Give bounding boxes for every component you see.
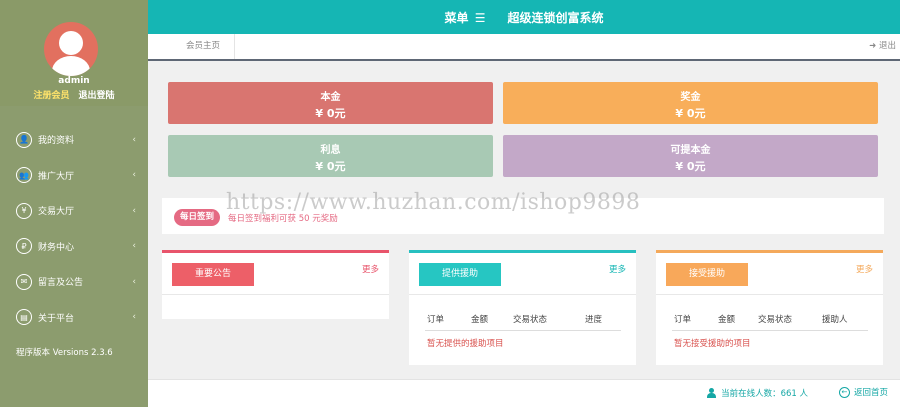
- stat-title: 奖金: [680, 92, 701, 103]
- stat-withdrawable: 可提本金 ¥ 0元: [503, 135, 878, 177]
- finance-icon: ₽: [16, 238, 32, 255]
- notice-more-link[interactable]: 更多: [362, 263, 379, 275]
- online-count: 当前在线人数：661 人: [707, 387, 808, 399]
- chevron-left-icon: ‹: [132, 241, 136, 252]
- watermark: https://www.huzhan.com/ishop9898: [226, 190, 641, 215]
- provide-empty-message: 暂无提供的援助项目: [427, 339, 504, 349]
- chevron-left-icon: ‹: [132, 205, 136, 216]
- message-icon: ✉: [16, 273, 32, 290]
- document-icon: ▤: [16, 309, 32, 326]
- back-home-link[interactable]: ← 返回首页: [838, 386, 888, 398]
- stat-title: 本金: [320, 92, 341, 103]
- column-header: 交易状态: [513, 315, 548, 325]
- sidebar-item-label: 关于平台: [38, 313, 75, 324]
- divider: [409, 294, 636, 295]
- divider: [656, 294, 883, 295]
- column-header: 援助人: [822, 315, 848, 325]
- menu-label: 菜单: [444, 10, 469, 25]
- sidebar-item-label: 财务中心: [38, 242, 75, 253]
- sidebar: admin 注册会员 退出登陆 👤 我的资料 ‹ 👥 推广大厅 ‹ ¥ 交易大厅…: [0, 0, 148, 407]
- register-link[interactable]: 注册会员: [34, 91, 70, 101]
- sidebar-item-label: 我的资料: [38, 136, 75, 147]
- chevron-left-icon: ‹: [132, 134, 136, 145]
- logout-label: 退出: [878, 41, 896, 51]
- column-header: 订单: [427, 315, 445, 325]
- column-header: 订单: [674, 315, 692, 325]
- divider: [162, 294, 389, 295]
- accept-aid-panel: 接受援助 更多 订单 金额 交易状态 援助人 暂无接受援助的项目: [656, 250, 883, 365]
- avatar: [44, 22, 98, 76]
- sidebar-item-label: 交易大厅: [38, 207, 75, 218]
- back-home-label: 返回首页: [853, 388, 888, 398]
- user-icon: 👤: [16, 131, 32, 148]
- menu-toggle[interactable]: 菜单 ☰: [445, 9, 486, 26]
- sidebar-nav: 👤 我的资料 ‹ 👥 推广大厅 ‹ ¥ 交易大厅 ‹ ₽ 财务中心 ‹ ✉ 留言…: [0, 122, 148, 335]
- logout-button[interactable]: ➜ 退出: [869, 34, 896, 59]
- sidebar-item-label: 推广大厅: [38, 171, 75, 182]
- sidebar-item-trading[interactable]: ¥ 交易大厅 ‹: [0, 193, 148, 229]
- stat-amount: ¥ 0元: [315, 107, 346, 120]
- chevron-left-icon: ‹: [132, 276, 136, 287]
- version-text: 程序版本 Versions 2.3.6: [16, 348, 113, 358]
- avatar-body: [52, 56, 90, 76]
- provide-aid-button[interactable]: 提供援助: [419, 263, 501, 286]
- sidebar-item-messages[interactable]: ✉ 留言及公告 ‹: [0, 264, 148, 300]
- exit-icon: ➜: [869, 41, 879, 51]
- provide-table-header: 订单 金额 交易状态 进度: [425, 311, 621, 331]
- top-bar: 菜单 ☰ 超级连锁创富系统: [148, 0, 900, 34]
- hamburger-icon: ☰: [474, 10, 486, 25]
- sidebar-item-about[interactable]: ▤ 关于平台 ‹: [0, 300, 148, 336]
- daily-signin-button[interactable]: 每日签到: [174, 209, 220, 226]
- stat-amount: ¥ 0元: [315, 160, 346, 173]
- accept-aid-button[interactable]: 接受援助: [666, 263, 748, 286]
- notice-button[interactable]: 重要公告: [172, 263, 254, 286]
- sidebar-item-profile[interactable]: 👤 我的资料 ‹: [0, 122, 148, 158]
- yen-icon: ¥: [16, 202, 32, 219]
- provide-more-link[interactable]: 更多: [609, 263, 626, 275]
- stat-bonus: 奖金 ¥ 0元: [503, 82, 878, 124]
- user-icon: [707, 388, 717, 398]
- arrow-left-icon: ←: [838, 386, 850, 398]
- stat-title: 利息: [320, 145, 341, 156]
- column-header: 金额: [718, 315, 736, 325]
- stat-amount: ¥ 0元: [675, 160, 706, 173]
- stat-interest: 利息 ¥ 0元: [168, 135, 493, 177]
- accept-more-link[interactable]: 更多: [856, 263, 873, 275]
- provide-aid-panel: 提供援助 更多 订单 金额 交易状态 进度 暂无提供的援助项目: [409, 250, 636, 365]
- column-header: 进度: [585, 315, 603, 325]
- chevron-left-icon: ‹: [132, 312, 136, 323]
- sidebar-item-label: 留言及公告: [38, 278, 84, 289]
- site-title: 超级连锁创富系统: [507, 10, 604, 25]
- profile-panel: admin 注册会员 退出登陆: [0, 0, 148, 106]
- tab-member-home[interactable]: 会员主页: [160, 34, 236, 59]
- sidebar-item-finance[interactable]: ₽ 财务中心 ‹: [0, 229, 148, 265]
- profile-links: 注册会员 退出登陆: [0, 88, 148, 101]
- sidebar-item-promotion[interactable]: 👥 推广大厅 ‹: [0, 158, 148, 194]
- accept-table-header: 订单 金额 交易状态 援助人: [672, 311, 868, 331]
- stat-principal: 本金 ¥ 0元: [168, 82, 493, 124]
- group-icon: 👥: [16, 167, 32, 184]
- accept-empty-message: 暂无接受援助的项目: [674, 339, 751, 349]
- notice-panel: 重要公告 更多: [162, 250, 389, 319]
- column-header: 金额: [471, 315, 489, 325]
- logout-link[interactable]: 退出登陆: [78, 91, 114, 101]
- online-count-text: 当前在线人数：661 人: [721, 389, 808, 399]
- column-header: 交易状态: [758, 315, 793, 325]
- username: admin: [58, 76, 90, 86]
- chevron-left-icon: ‹: [132, 170, 136, 181]
- stat-title: 可提本金: [670, 145, 711, 156]
- footer: 当前在线人数：661 人 ← 返回首页: [148, 379, 900, 407]
- stat-amount: ¥ 0元: [675, 107, 706, 120]
- avatar-head: [59, 31, 83, 55]
- breadcrumb: 会员主页 ➜ 退出: [148, 34, 900, 61]
